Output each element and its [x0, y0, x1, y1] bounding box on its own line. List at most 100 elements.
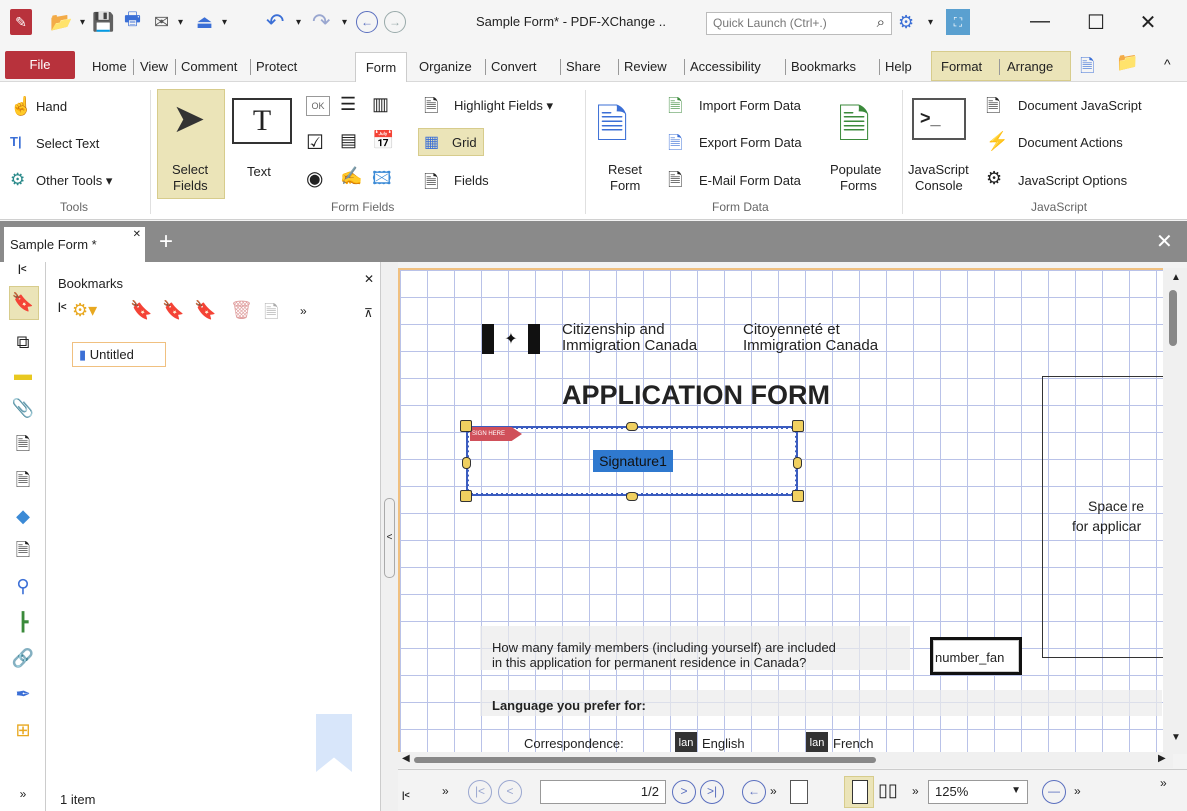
- tab-review[interactable]: Review: [624, 59, 667, 74]
- content-icon[interactable]: 🗎: [11, 538, 35, 562]
- resize-handle[interactable]: [626, 492, 638, 501]
- highlight-fields-menu[interactable]: Highlight Fields ▾: [454, 98, 553, 114]
- save-icon[interactable]: 💾: [92, 9, 114, 35]
- signatures-icon[interactable]: ✒: [11, 682, 35, 706]
- tab-protect[interactable]: Protect: [256, 59, 297, 74]
- tab-help[interactable]: Help: [885, 59, 912, 74]
- new-tab-button[interactable]: +: [150, 227, 182, 259]
- scroll-left-icon[interactable]: ◀: [402, 753, 410, 764]
- scroll-thumb[interactable]: [414, 757, 876, 763]
- redo-icon[interactable]: ↷: [312, 9, 330, 35]
- structure-icon[interactable]: ┣: [11, 610, 35, 634]
- check-box-icon[interactable]: ☑: [306, 130, 324, 155]
- last-page-icon[interactable]: >|: [700, 780, 724, 804]
- more-icon[interactable]: »: [300, 304, 307, 318]
- tab-home[interactable]: Home: [92, 59, 127, 74]
- zoom-select[interactable]: 125% ▼: [928, 780, 1028, 804]
- dropdown-icon[interactable]: ▾: [342, 9, 347, 35]
- fields-pane-icon[interactable]: 🗎: [11, 432, 35, 456]
- tab-form[interactable]: Form: [355, 52, 407, 84]
- tab-share[interactable]: Share: [566, 59, 601, 74]
- scroll-thumb[interactable]: [1169, 290, 1177, 346]
- scroll-up-icon[interactable]: ▲: [1171, 272, 1181, 283]
- new-bookmark-icon[interactable]: 🔖: [194, 300, 216, 321]
- javascript-console-button[interactable]: JavaScript: [908, 162, 969, 177]
- minimize-button[interactable]: —: [1020, 10, 1060, 33]
- attachments-icon[interactable]: 📎: [11, 396, 35, 420]
- resize-handle[interactable]: [792, 420, 804, 432]
- bookmark-options-icon[interactable]: ⚙▾: [72, 300, 97, 321]
- export-form-data-button[interactable]: Export Form Data: [699, 135, 802, 150]
- collapse-all-icon[interactable]: |<: [58, 302, 67, 313]
- document-user-icon[interactable]: 🗎: [1080, 54, 1094, 84]
- add-bookmark-sibling-icon[interactable]: 🔖: [162, 300, 184, 321]
- expand-icon[interactable]: ⊼: [364, 306, 373, 320]
- tab-accessibility[interactable]: Accessibility: [690, 59, 761, 74]
- list-box-icon[interactable]: ☰: [340, 94, 356, 115]
- close-panel-icon[interactable]: ✕: [364, 272, 374, 286]
- tab-convert[interactable]: Convert: [491, 59, 537, 74]
- resize-handle[interactable]: [626, 422, 638, 431]
- two-page-icon[interactable]: ▯▯: [878, 780, 898, 801]
- button-field-icon[interactable]: OK: [306, 96, 330, 116]
- layers-icon[interactable]: ◆: [11, 504, 35, 528]
- reset-form-button[interactable]: Reset: [608, 162, 642, 177]
- destinations-icon[interactable]: 🗎: [11, 468, 35, 492]
- dropdown-icon[interactable]: ▾: [928, 9, 933, 35]
- document-actions-button[interactable]: Document Actions: [1018, 135, 1123, 150]
- links-icon[interactable]: 🔗: [11, 646, 35, 670]
- hand-tool[interactable]: Hand: [36, 99, 67, 114]
- print-icon[interactable]: 🖶: [124, 9, 141, 35]
- combo-box-icon[interactable]: ▤: [340, 130, 357, 151]
- next-page-icon[interactable]: >: [672, 780, 696, 804]
- dropdown-icon[interactable]: ▾: [178, 9, 183, 35]
- options-icon[interactable]: ⚙: [898, 9, 914, 35]
- tab-bookmarks[interactable]: Bookmarks: [791, 59, 856, 74]
- dropdown-icon[interactable]: ▾: [296, 9, 301, 35]
- page-number-input[interactable]: 1/2: [540, 780, 666, 804]
- select-text-tool[interactable]: Select Text: [36, 136, 99, 151]
- customize-icon[interactable]: »: [1160, 776, 1167, 790]
- populate-forms-button[interactable]: Populate: [830, 162, 881, 177]
- tags-icon[interactable]: ⚲: [11, 574, 35, 598]
- tab-organize[interactable]: Organize: [419, 59, 472, 74]
- forward-icon[interactable]: →: [384, 11, 406, 33]
- import-form-data-button[interactable]: Import Form Data: [699, 98, 801, 113]
- english-checkbox[interactable]: lan: [675, 732, 697, 752]
- signature-field-icon[interactable]: ✍: [340, 166, 362, 187]
- scroll-down-icon[interactable]: ▼: [1171, 732, 1181, 743]
- dropdown-icon[interactable]: ▾: [222, 9, 227, 35]
- more-icon[interactable]: »: [912, 784, 919, 798]
- undo-icon[interactable]: ↶: [266, 9, 284, 35]
- resize-handle[interactable]: [462, 457, 471, 469]
- collapse-ribbon-icon[interactable]: ^: [1164, 56, 1171, 72]
- document-javascript-button[interactable]: Document JavaScript: [1018, 98, 1142, 113]
- resize-handle[interactable]: [460, 490, 472, 502]
- email-form-data-button[interactable]: E-Mail Form Data: [699, 173, 801, 188]
- close-button[interactable]: ✕: [1128, 10, 1168, 35]
- number-family-field[interactable]: number_fan: [930, 637, 1022, 675]
- bookmark-properties-icon[interactable]: 🗎: [264, 300, 278, 330]
- panel-splitter[interactable]: <: [381, 262, 398, 811]
- text-field-tool[interactable]: Text: [247, 164, 271, 179]
- french-checkbox[interactable]: lan: [806, 732, 828, 752]
- fields-button[interactable]: Fields: [454, 173, 489, 188]
- radio-button-icon[interactable]: ◉: [306, 166, 323, 191]
- barcode-icon[interactable]: ▥: [372, 94, 389, 115]
- go-back-icon[interactable]: ←: [742, 780, 766, 804]
- document-tab[interactable]: Sample Form * ✕: [4, 227, 145, 262]
- more-icon[interactable]: »: [1074, 784, 1081, 798]
- open-folder-icon[interactable]: 📂: [50, 9, 72, 35]
- more-panes-icon[interactable]: »: [11, 782, 35, 806]
- comments-icon[interactable]: ▬: [11, 362, 35, 386]
- quick-launch-input[interactable]: Quick Launch (Ctrl+.) ⌕: [706, 12, 892, 35]
- close-tab-icon[interactable]: ✕: [133, 229, 141, 240]
- document-page[interactable]: ✦ Citizenship and Immigration Canada Cito…: [398, 268, 1173, 754]
- maximize-button[interactable]: ☐: [1076, 10, 1116, 35]
- add-bookmark-child-icon[interactable]: 🔖: [130, 300, 152, 321]
- collapse-icon[interactable]: |<: [402, 790, 410, 800]
- close-document-icon[interactable]: ✕: [1156, 229, 1173, 254]
- tab-arrange[interactable]: Arrange: [1007, 59, 1053, 74]
- horizontal-scrollbar[interactable]: ◀ ▶: [398, 752, 1173, 768]
- resize-handle[interactable]: [460, 420, 472, 432]
